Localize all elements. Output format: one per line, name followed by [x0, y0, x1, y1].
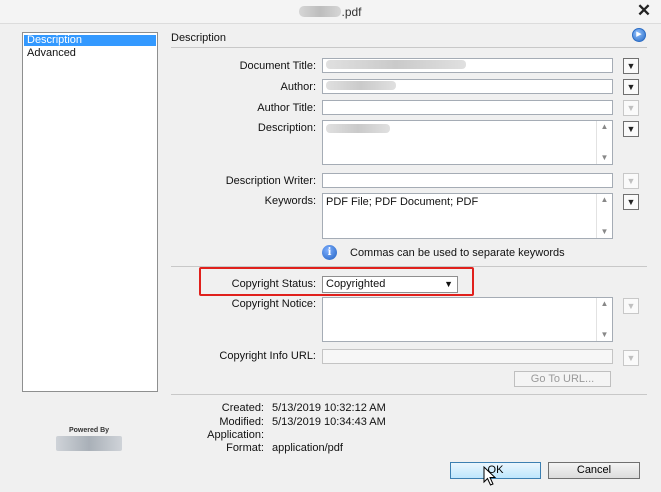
- author-dropdown[interactable]: ▼: [623, 79, 639, 95]
- window-title-suffix: .pdf: [341, 5, 362, 19]
- window-title: .pdf: [0, 5, 661, 19]
- keywords-value: PDF File; PDF Document; PDF: [326, 196, 479, 208]
- author-title-dropdown[interactable]: ▼: [623, 100, 639, 116]
- redacted-value: [326, 60, 466, 69]
- document-title-input[interactable]: [322, 58, 613, 73]
- author-title-input[interactable]: [322, 100, 613, 115]
- modified-label: Modified:: [219, 416, 264, 428]
- copyright-notice-textarea[interactable]: ▲ ▼: [322, 297, 613, 342]
- category-list: Description Advanced: [22, 32, 158, 392]
- keywords-scrollbar[interactable]: ▲ ▼: [596, 194, 612, 238]
- document-title-dropdown[interactable]: ▼: [623, 58, 639, 74]
- description-textarea[interactable]: ▲ ▼: [322, 120, 613, 165]
- copyright-url-input[interactable]: [322, 349, 613, 364]
- description-writer-input[interactable]: [322, 173, 613, 188]
- redacted-value: [326, 81, 396, 90]
- section-title: Description: [171, 32, 227, 44]
- powered-by-text: Powered By: [68, 427, 110, 434]
- header-divider: [171, 47, 647, 48]
- title-bar: .pdf ✕: [0, 0, 661, 24]
- copyright-url-dropdown[interactable]: ▼: [623, 350, 639, 366]
- keywords-label: Keywords:: [264, 195, 316, 207]
- keywords-hint-text: Commas can be used to separate keywords: [350, 247, 565, 259]
- scroll-up-icon[interactable]: ▲: [597, 194, 612, 206]
- author-input[interactable]: [322, 79, 613, 94]
- modified-value: 5/13/2019 10:34:43 AM: [272, 416, 386, 428]
- scroll-up-icon[interactable]: ▲: [597, 298, 612, 310]
- close-button[interactable]: ✕: [633, 1, 655, 21]
- copyright-url-label: Copyright Info URL:: [219, 350, 316, 362]
- scroll-down-icon[interactable]: ▼: [597, 226, 612, 238]
- format-value: application/pdf: [272, 442, 343, 454]
- description-scrollbar[interactable]: ▲ ▼: [596, 121, 612, 164]
- redacted-logo: [56, 436, 122, 451]
- sidebar-item-description[interactable]: Description: [24, 35, 156, 46]
- author-title-label: Author Title:: [257, 102, 316, 114]
- copyright-notice-scrollbar[interactable]: ▲ ▼: [596, 298, 612, 341]
- scroll-up-icon[interactable]: ▲: [597, 121, 612, 133]
- scroll-down-icon[interactable]: ▼: [597, 152, 612, 164]
- format-label: Format:: [226, 442, 264, 454]
- author-label: Author:: [280, 81, 316, 93]
- powered-by-logo: Powered By: [52, 427, 126, 451]
- document-title-label: Document Title:: [239, 60, 316, 72]
- annotation-highlight-box: [199, 267, 474, 296]
- metadata-divider: [171, 394, 647, 395]
- application-label: Application:: [207, 429, 264, 441]
- copyright-notice-label: Copyright Notice:: [231, 298, 316, 310]
- copyright-notice-dropdown[interactable]: ▼: [623, 298, 639, 314]
- sidebar-item-advanced[interactable]: Advanced: [24, 48, 156, 59]
- redacted-filename: [299, 6, 342, 17]
- mouse-pointer-icon: [483, 466, 497, 486]
- created-value: 5/13/2019 10:32:12 AM: [272, 402, 386, 414]
- description-dropdown[interactable]: ▼: [623, 121, 639, 137]
- options-arrow-icon[interactable]: ▶: [632, 28, 646, 42]
- cancel-button[interactable]: Cancel: [548, 462, 640, 479]
- info-icon: i: [322, 245, 337, 260]
- description-label: Description:: [257, 122, 316, 134]
- created-label: Created:: [221, 402, 264, 414]
- description-writer-dropdown[interactable]: ▼: [623, 173, 639, 189]
- keywords-textarea[interactable]: PDF File; PDF Document; PDF ▲ ▼: [322, 193, 613, 239]
- go-to-url-button[interactable]: Go To URL...: [514, 371, 611, 387]
- description-writer-label: Description Writer:: [225, 175, 316, 187]
- keywords-dropdown[interactable]: ▼: [623, 194, 639, 210]
- scroll-down-icon[interactable]: ▼: [597, 329, 612, 341]
- redacted-value: [326, 124, 390, 133]
